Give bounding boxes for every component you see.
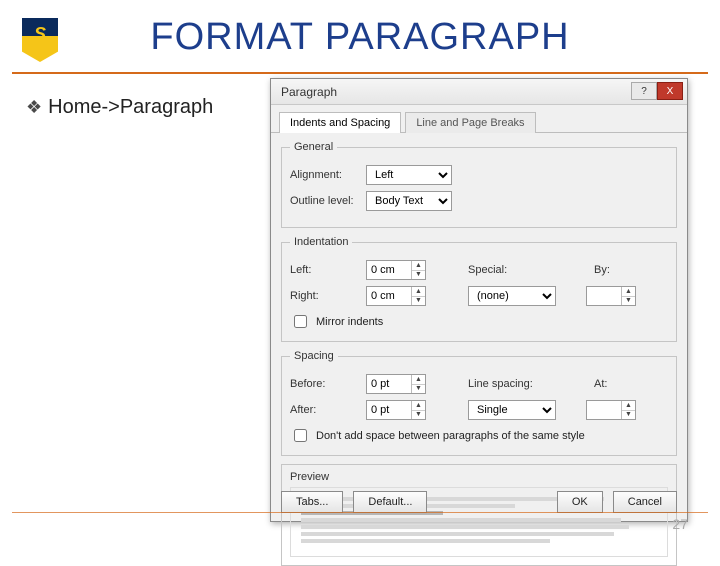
label-alignment: Alignment: — [290, 169, 360, 181]
by-stepper[interactable]: ▲▼ — [586, 286, 636, 306]
help-icon[interactable]: ? — [631, 82, 657, 100]
cancel-button[interactable]: Cancel — [613, 491, 677, 513]
label-mirror-indents: Mirror indents — [316, 316, 383, 328]
ok-button[interactable]: OK — [557, 491, 603, 513]
indent-right-stepper[interactable]: ▲▼ — [366, 286, 426, 306]
after-input[interactable] — [367, 401, 411, 419]
slide: S FORMAT PARAGRAPH ❖Home->Paragraph Para… — [0, 0, 720, 540]
chevron-up-icon[interactable]: ▲ — [412, 401, 425, 411]
default-button[interactable]: Default... — [353, 491, 427, 513]
label-by: By: — [594, 264, 624, 276]
close-icon[interactable]: X — [657, 82, 683, 100]
label-indent-right: Right: — [290, 290, 360, 302]
chevron-down-icon[interactable]: ▼ — [412, 411, 425, 420]
chevron-down-icon[interactable]: ▼ — [412, 297, 425, 306]
divider-bottom — [12, 512, 708, 513]
at-stepper[interactable]: ▲▼ — [586, 400, 636, 420]
group-indentation: Indentation Left: ▲▼ Special: By: Right:… — [281, 236, 677, 342]
dialog-button-row: Tabs... Default... OK Cancel — [271, 491, 687, 513]
chevron-up-icon[interactable]: ▲ — [622, 401, 635, 411]
legend-preview: Preview — [290, 471, 668, 483]
group-preview: Preview — [281, 464, 677, 566]
chevron-up-icon[interactable]: ▲ — [622, 287, 635, 297]
group-spacing: Spacing Before: ▲▼ Line spacing: At: Aft… — [281, 350, 677, 456]
label-indent-left: Left: — [290, 264, 360, 276]
page-number: 27 — [672, 516, 688, 532]
mirror-indents-checkbox[interactable] — [294, 315, 307, 328]
before-input[interactable] — [367, 375, 411, 393]
tabs-button[interactable]: Tabs... — [281, 491, 343, 513]
bullet-home-paragraph: ❖ Home->Paragraph — [26, 96, 213, 119]
legend-general: General — [290, 141, 337, 153]
indent-right-input[interactable] — [367, 287, 411, 305]
legend-spacing: Spacing — [290, 350, 338, 362]
diamond-bullet-icon: ❖ — [26, 97, 42, 117]
tab-indents-spacing[interactable]: Indents and Spacing — [279, 112, 401, 133]
label-special: Special: — [468, 264, 532, 276]
divider-top — [12, 72, 708, 74]
chevron-down-icon[interactable]: ▼ — [622, 297, 635, 306]
chevron-down-icon[interactable]: ▼ — [412, 385, 425, 394]
by-input[interactable] — [587, 287, 621, 305]
dialog-tabs: Indents and Spacing Line and Page Breaks — [271, 105, 687, 133]
special-select[interactable]: (none) — [468, 286, 556, 306]
label-after: After: — [290, 404, 360, 416]
label-before: Before: — [290, 378, 360, 390]
before-stepper[interactable]: ▲▼ — [366, 374, 426, 394]
label-no-add-space: Don't add space between paragraphs of th… — [316, 430, 585, 442]
label-line-spacing: Line spacing: — [468, 378, 540, 390]
alignment-select[interactable]: Left — [366, 165, 452, 185]
legend-indentation: Indentation — [290, 236, 352, 248]
label-at: At: — [594, 378, 624, 390]
group-general: General Alignment: Left Outline level: B… — [281, 141, 677, 228]
indent-left-stepper[interactable]: ▲▼ — [366, 260, 426, 280]
line-spacing-select[interactable]: Single — [468, 400, 556, 420]
paragraph-dialog: Paragraph ? X Indents and Spacing Line a… — [270, 78, 688, 522]
dialog-titlebar[interactable]: Paragraph ? X — [271, 79, 687, 105]
chevron-up-icon[interactable]: ▲ — [412, 375, 425, 385]
dialog-title: Paragraph — [271, 85, 337, 99]
tab-line-page-breaks[interactable]: Line and Page Breaks — [405, 112, 535, 133]
page-title: FORMAT PARAGRAPH — [0, 16, 720, 59]
chevron-down-icon[interactable]: ▼ — [412, 271, 425, 280]
outline-level-select[interactable]: Body Text — [366, 191, 452, 211]
chevron-up-icon[interactable]: ▲ — [412, 261, 425, 271]
at-input[interactable] — [587, 401, 621, 419]
chevron-down-icon[interactable]: ▼ — [622, 411, 635, 420]
bullet-text: Home->Paragraph — [48, 96, 213, 118]
label-outline-level: Outline level: — [290, 195, 360, 207]
indent-left-input[interactable] — [367, 261, 411, 279]
chevron-up-icon[interactable]: ▲ — [412, 287, 425, 297]
after-stepper[interactable]: ▲▼ — [366, 400, 426, 420]
no-add-space-checkbox[interactable] — [294, 429, 307, 442]
